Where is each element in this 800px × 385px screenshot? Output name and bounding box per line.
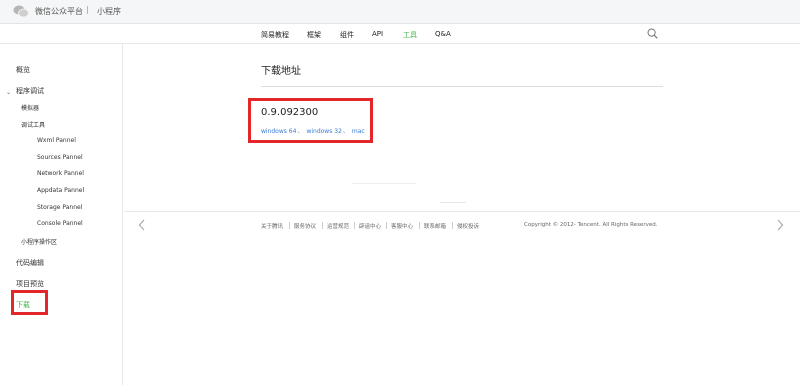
sidebar-item-appdata-pannel[interactable]: Appdata Pannel [37,187,84,194]
brand-separator: | [86,5,89,14]
nav-item-qa[interactable]: Q&A [435,30,451,38]
highlight-box-version [248,98,373,143]
sidebar-item-operation-area[interactable]: 小程序操作区 [21,237,57,246]
footer-separator [322,222,323,229]
footer-link-about[interactable]: 关于腾讯 [261,222,283,230]
divider [352,183,416,184]
sidebar-item-simulator[interactable]: 模拟器 [21,103,39,112]
sidebar-item-debugging[interactable]: 程序调试 [16,86,44,96]
footer-separator [354,222,355,229]
sidebar-item-code-editing[interactable]: 代码编辑 [16,258,44,268]
footer-separator [289,222,290,229]
footer-separator [452,222,453,229]
sidebar-item-sources-pannel[interactable]: Sources Pannel [37,154,83,161]
section-title[interactable]: 小程序 [97,6,121,17]
nav-item-tutorial[interactable]: 简易教程 [261,30,289,40]
sidebar: 概览 ⌄ 程序调试 模拟器 调试工具 Wxml Pannel Sources P… [0,44,123,385]
chevron-left-icon[interactable] [138,219,146,231]
sidebar-item-network-pannel[interactable]: Network Pannel [37,170,84,177]
nav-item-components[interactable]: 组件 [340,30,354,40]
nav-item-api[interactable]: API [372,30,383,38]
footer-separator [386,222,387,229]
footer-link-support[interactable]: 客服中心 [391,222,413,230]
wechat-logo-icon[interactable] [13,5,29,18]
footer-link-rumor-center[interactable]: 辟谣中心 [359,222,381,230]
sidebar-item-debug-tools[interactable]: 调试工具 [21,120,45,129]
chevron-down-icon[interactable]: ⌄ [6,89,11,96]
sidebar-item-project-preview[interactable]: 项目预览 [16,279,44,289]
top-header: 微信公众平台 | 小程序 [0,0,800,24]
copyright-text: Copyright © 2012- Tencent. All Rights Re… [524,222,658,228]
title-divider [261,86,663,87]
footer-link-infringement[interactable]: 侵权投诉 [457,222,479,230]
sidebar-item-storage-pannel[interactable]: Storage Pannel [37,204,82,211]
top-nav: 简易教程 框架 组件 API 工具 Q&A [0,24,800,44]
footer-link-terms[interactable]: 服务协议 [294,222,316,230]
sidebar-item-overview[interactable]: 概览 [16,65,30,75]
brand-title[interactable]: 微信公众平台 [35,6,83,17]
nav-item-framework[interactable]: 框架 [307,30,321,40]
footer-link-rules[interactable]: 运营规范 [327,222,349,230]
footer-link-contact-email[interactable]: 联系邮箱 [424,222,446,230]
highlight-box-download [11,290,48,315]
sidebar-item-wxml-pannel[interactable]: Wxml Pannel [37,137,76,144]
page-title: 下载地址 [261,66,301,77]
footer: 关于腾讯 服务协议 运营规范 辟谣中心 客服中心 联系邮箱 侵权投诉 Copyr… [124,211,800,239]
nav-item-tools[interactable]: 工具 [403,30,417,40]
sidebar-item-console-pannel[interactable]: Console Pannel [37,220,83,227]
footer-separator [419,222,420,229]
search-icon[interactable] [647,28,658,39]
divider [440,202,466,203]
chevron-right-icon[interactable] [776,219,784,231]
main-content: 下载地址 0.9.092300 windows 64、 windows 32、 ma… [124,44,800,385]
